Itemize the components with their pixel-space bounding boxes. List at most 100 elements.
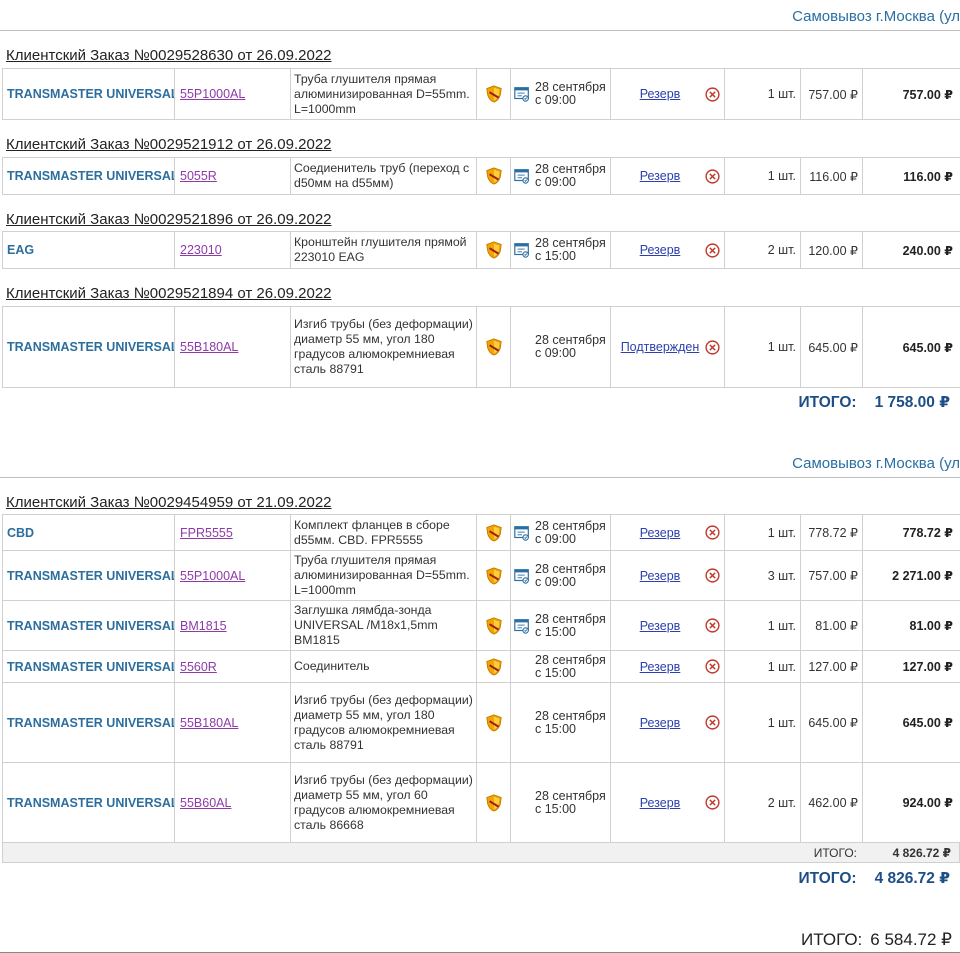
brand-name[interactable]: TRANSMASTER UNIVERSAL [3,69,175,119]
status-link[interactable]: Резерв [619,243,701,257]
warranty-shield-icon[interactable] [477,232,511,268]
pickup-header: Самовывоз г.Москва (ул [0,447,960,478]
unit-price: 645.00 ₽ [801,683,863,762]
item-description: Соединитель [291,651,477,682]
order-table: EAG 223010 Кронштейн глушителя прямой 2230… [2,231,960,269]
table-row: TRANSMASTER UNIVERSAL 55B180AL Изгиб трубы… [2,683,960,763]
quantity: 1 шт. [725,601,801,650]
order-title[interactable]: Клиентский Заказ №0029521912 от 26.09.20… [6,136,332,153]
status-link[interactable]: Резерв [619,569,701,583]
delivery-date: 28 сентября с 15:00 [511,232,611,268]
pickup-location-label[interactable]: Самовывоз г.Москва (ул [792,455,960,472]
order-title[interactable]: Клиентский Заказ №0029521896 от 26.09.20… [6,211,332,228]
table-row: CBD FPR5555 Комплект фланцев в сборе d55мм… [2,515,960,551]
delivery-certificate-icon[interactable] [513,167,531,185]
delivery-date: 28 сентября с 09:00 [511,158,611,194]
cancel-circle-icon[interactable] [705,525,720,540]
order-title[interactable]: Клиентский Заказ №0029528630 от 26.09.20… [6,47,332,64]
delivery-date: 28 сентября с 09:00 [511,307,611,387]
delivery-date-text: 28 сентября с 15:00 [535,611,606,639]
delivery-date: 28 сентября с 09:00 [511,69,611,119]
article-link[interactable]: 5560R [175,651,291,682]
order-title[interactable]: Клиентский Заказ №0029521894 от 26.09.20… [6,285,332,302]
pickup-location-label[interactable]: Самовывоз г.Москва (ул [792,8,960,25]
table-row: TRANSMASTER UNIVERSAL 55P1000AL Труба глуш… [2,69,960,120]
item-description: Изгиб трубы (без деформации) диаметр 55 … [291,683,477,762]
brand-name[interactable]: TRANSMASTER UNIVERSAL [3,763,175,842]
article-link[interactable]: 55P1000AL [175,551,291,600]
quantity: 2 шт. [725,232,801,268]
brand-name[interactable]: TRANSMASTER UNIVERSAL [3,307,175,387]
article-link[interactable]: 55B180AL [175,683,291,762]
line-total: 2 271.00 ₽ [892,569,953,583]
quantity: 1 шт. [725,515,801,550]
status-link[interactable]: Резерв [619,660,701,674]
delivery-certificate-icon[interactable] [513,524,531,542]
quantity: 1 шт. [725,307,801,387]
status-link[interactable]: Резерв [619,619,701,633]
brand-name[interactable]: CBD [3,515,175,550]
unit-price: 116.00 ₽ [801,158,863,194]
article-link[interactable]: 55B180AL [175,307,291,387]
warranty-shield-icon[interactable] [477,307,511,387]
brand-name[interactable]: TRANSMASTER UNIVERSAL [3,551,175,600]
cancel-circle-icon[interactable] [705,795,720,810]
cancel-circle-icon[interactable] [705,339,720,355]
brand-name[interactable]: TRANSMASTER UNIVERSAL [3,158,175,194]
status-link[interactable]: Резерв [619,526,701,540]
brand-name[interactable]: TRANSMASTER UNIVERSAL [3,601,175,650]
warranty-shield-icon[interactable] [477,601,511,650]
order-title[interactable]: Клиентский Заказ №0029454959 от 21.09.20… [6,494,332,511]
quantity: 2 шт. [725,763,801,842]
article-link[interactable]: BM1815 [175,601,291,650]
warranty-shield-icon[interactable] [477,69,511,119]
status-link[interactable]: Подтвержден [619,340,701,354]
warranty-shield-icon[interactable] [477,515,511,550]
line-total: 127.00 ₽ [902,660,953,674]
delivery-certificate-icon[interactable] [513,241,531,259]
warranty-shield-icon[interactable] [477,651,511,682]
article-link[interactable]: FPR5555 [175,515,291,550]
brand-name[interactable]: EAG [3,232,175,268]
table-row: TRANSMASTER UNIVERSAL 5560R Соединитель 28 … [2,651,960,683]
brand-name[interactable]: TRANSMASTER UNIVERSAL [3,651,175,682]
article-link[interactable]: 55B60AL [175,763,291,842]
quantity: 3 шт. [725,551,801,600]
line-total: 778.72 ₽ [902,526,953,540]
status-link[interactable]: Резерв [619,796,701,810]
order-status: Резерв [611,651,725,682]
warranty-shield-icon[interactable] [477,763,511,842]
article-link[interactable]: 55P1000AL [175,69,291,119]
order-table: TRANSMASTER UNIVERSAL 5055R Соедиенитель т… [2,157,960,195]
warranty-shield-icon[interactable] [477,683,511,762]
table-row: TRANSMASTER UNIVERSAL 55B180AL Изгиб трубы… [2,307,960,388]
article-link[interactable]: 223010 [175,232,291,268]
cancel-circle-icon[interactable] [705,618,720,633]
line-total: 645.00 ₽ [902,716,953,730]
table-row: TRANSMASTER UNIVERSAL BM1815 Заглушка лямб… [2,601,960,651]
group-total: ИТОГО: 4 826.72 ₽ [798,869,950,888]
status-link[interactable]: Резерв [619,169,701,183]
cancel-circle-icon[interactable] [705,659,720,674]
order-subtotal: ИТОГО: 4 826.72 ₽ [2,843,960,863]
delivery-certificate-icon[interactable] [513,85,531,103]
order-status: Резерв [611,551,725,600]
cancel-circle-icon[interactable] [705,715,720,730]
line-total: 645.00 ₽ [902,340,953,355]
status-link[interactable]: Резерв [619,87,701,101]
warranty-shield-icon[interactable] [477,158,511,194]
delivery-certificate-icon[interactable] [513,567,531,585]
unit-price: 778.72 ₽ [801,515,863,550]
cancel-circle-icon[interactable] [705,568,720,583]
table-row: TRANSMASTER UNIVERSAL 55P1000AL Труба глуш… [2,551,960,601]
cancel-circle-icon[interactable] [705,168,720,184]
status-link[interactable]: Резерв [619,716,701,730]
cancel-circle-icon[interactable] [705,86,720,102]
group-total-value: 1 758.00 ₽ [874,394,950,411]
delivery-certificate-icon[interactable] [513,617,531,635]
cancel-circle-icon[interactable] [705,242,720,258]
brand-name[interactable]: TRANSMASTER UNIVERSAL [3,683,175,762]
item-description: Комплект фланцев в сборе d55мм. CBD. FPR… [291,515,477,550]
warranty-shield-icon[interactable] [477,551,511,600]
article-link[interactable]: 5055R [175,158,291,194]
